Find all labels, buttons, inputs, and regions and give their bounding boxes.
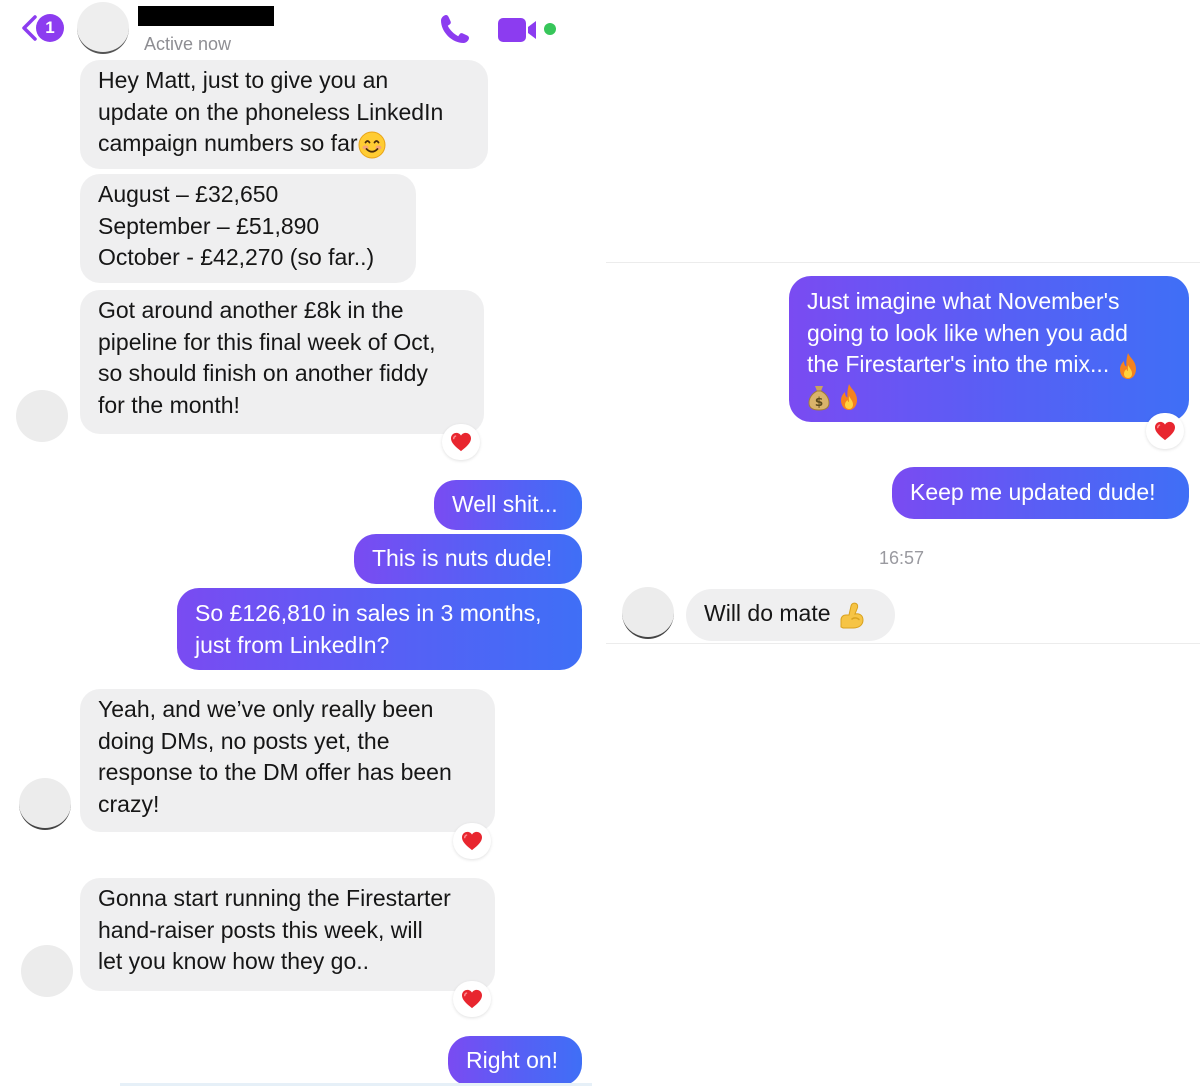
contact-avatar[interactable] <box>21 945 73 997</box>
right-chat-screenshot: Just imagine what November's going to lo… <box>606 262 1200 644</box>
message-bubble-incoming[interactable]: August – £32,650 September – £51,890 Oct… <box>80 174 416 283</box>
message-line: Gonna start running the Firestarter <box>98 885 451 911</box>
message-line: campaign numbers so far <box>98 130 358 156</box>
message-line: pipeline for this final week of Oct, <box>98 328 436 355</box>
message-line: for the month! <box>98 391 240 418</box>
message-line: let you know how they go.. <box>98 948 370 974</box>
message-bubble-outgoing[interactable]: Just imagine what November's going to lo… <box>789 276 1189 422</box>
message-line: Yeah, and we’ve only really been <box>98 696 434 722</box>
message-line: Keep me updated dude! <box>910 479 1156 505</box>
contact-avatar[interactable] <box>16 390 68 442</box>
money-bag-icon <box>807 383 831 411</box>
heart-icon <box>461 831 483 851</box>
message-line: Hey Matt, just to give you an <box>98 67 389 93</box>
divider <box>120 1083 592 1086</box>
heart-reaction[interactable] <box>453 823 491 859</box>
message-line: the Firestarter's into the mix... <box>807 351 1110 377</box>
message-line: just from LinkedIn? <box>195 631 390 658</box>
contact-avatar[interactable] <box>77 2 129 54</box>
active-status: Active now <box>144 34 232 54</box>
message-bubble-incoming[interactable]: Will do mate <box>686 589 895 641</box>
message-line: hand-raiser posts this week, will <box>98 916 423 943</box>
heart-reaction[interactable] <box>442 424 480 460</box>
contact-avatar[interactable] <box>19 778 71 830</box>
online-indicator <box>544 23 556 35</box>
message-line: response to the DM offer has been <box>98 759 452 785</box>
message-line: doing DMs, no posts yet, the <box>98 727 390 754</box>
message-line: So £126,810 in sales in 3 months, <box>195 600 542 626</box>
message-line: August – £32,650 <box>98 181 279 207</box>
message-line: going to look like when you add <box>807 319 1128 346</box>
message-line: crazy! <box>98 790 160 817</box>
phone-icon[interactable] <box>438 12 472 46</box>
heart-icon <box>450 432 472 452</box>
message-line: Just imagine what November's <box>807 288 1120 314</box>
flexed-biceps-icon <box>837 600 867 630</box>
left-chat-screenshot: 1 Active now Hey Matt, just to give you … <box>0 0 594 1088</box>
message-line: Right on! <box>466 1047 559 1073</box>
message-line: Will do mate <box>704 600 831 626</box>
redacted-contact-name <box>138 6 274 26</box>
message-line: update on the phoneless LinkedIn <box>98 98 444 125</box>
message-bubble-outgoing[interactable]: So £126,810 in sales in 3 months, just f… <box>177 588 582 670</box>
message-bubble-incoming[interactable]: Hey Matt, just to give you an update on … <box>80 60 488 169</box>
message-bubble-outgoing[interactable]: Right on! <box>448 1036 582 1086</box>
unread-count-badge[interactable]: 1 <box>36 14 64 42</box>
message-bubble-outgoing[interactable]: Keep me updated dude! <box>892 467 1189 519</box>
message-line: October - £42,270 (so far..) <box>98 244 375 270</box>
fire-icon <box>837 383 861 411</box>
heart-icon <box>1154 421 1176 441</box>
heart-reaction[interactable] <box>453 981 491 1017</box>
message-bubble-incoming[interactable]: Yeah, and we’ve only really been doing D… <box>80 689 495 832</box>
message-line: September – £51,890 <box>98 212 320 239</box>
message-line: This is nuts dude! <box>372 545 553 571</box>
message-line: Well shit... <box>452 491 558 517</box>
message-line: Got around another £8k in the <box>98 297 404 323</box>
message-timestamp: 16:57 <box>879 548 925 568</box>
fire-icon <box>1116 352 1140 380</box>
message-bubble-incoming[interactable]: Got around another £8k in the pipeline f… <box>80 290 484 434</box>
contact-avatar[interactable] <box>622 587 674 639</box>
message-line: so should finish on another fiddy <box>98 360 428 386</box>
heart-reaction[interactable] <box>1146 413 1184 449</box>
heart-icon <box>461 989 483 1009</box>
message-bubble-incoming[interactable]: Gonna start running the Firestarter hand… <box>80 878 495 991</box>
message-bubble-outgoing[interactable]: This is nuts dude! <box>354 534 582 584</box>
smiling-face-icon <box>358 131 386 159</box>
message-bubble-outgoing[interactable]: Well shit... <box>434 480 582 530</box>
video-camera-icon[interactable] <box>497 16 541 44</box>
